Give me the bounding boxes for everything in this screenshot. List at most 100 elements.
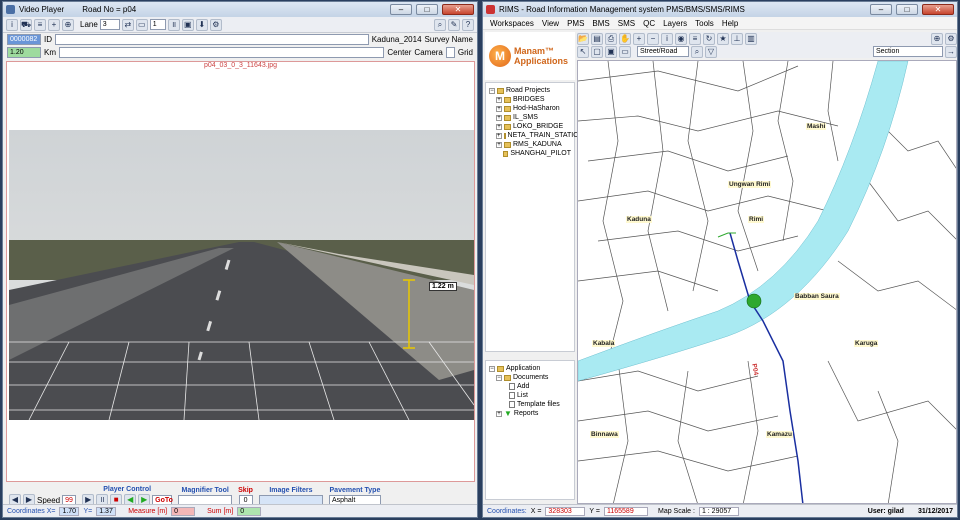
documents-item[interactable]: − Documents <box>489 373 571 382</box>
maximize-button[interactable]: □ <box>416 4 438 15</box>
zoom-icon[interactable]: ⌕ <box>434 18 446 31</box>
menu-bms[interactable]: BMS <box>592 19 609 28</box>
road-info-field[interactable] <box>55 34 369 45</box>
target-icon[interactable]: ⊕ <box>62 18 74 31</box>
rims-app-icon <box>486 5 495 14</box>
projects-root[interactable]: − Road Projects <box>489 86 571 95</box>
logo-line2: Applications <box>514 56 569 66</box>
rims-minimize-button[interactable]: – <box>870 4 892 15</box>
settings-icon[interactable]: ⚙ <box>209 18 222 31</box>
save-icon[interactable]: ▤ <box>591 32 603 45</box>
film-icon[interactable]: ▭ <box>135 18 148 31</box>
map-view[interactable]: Mashi Ungwan Rimi Kaduna Rimi Babban Sau… <box>577 60 957 504</box>
layers-icon[interactable]: ≡ <box>34 18 46 31</box>
identify-icon[interactable]: i <box>661 32 673 45</box>
pause-icon[interactable]: ॥ <box>167 18 180 31</box>
photo-icon[interactable]: ▣ <box>605 45 617 58</box>
minimize-button[interactable]: – <box>390 4 412 15</box>
project-item[interactable]: + NETA_TRAIN_STATIO <box>489 131 579 140</box>
grid-label: Grid <box>457 48 473 57</box>
tools-icon[interactable]: ✎ <box>448 18 460 31</box>
menu-layers[interactable]: Layers <box>663 19 687 28</box>
map-label-mashi: Mashi <box>806 123 827 130</box>
section-field[interactable] <box>59 47 385 58</box>
close-button[interactable]: ✕ <box>442 4 474 15</box>
project-item[interactable]: + RMS_KADUNA <box>489 140 571 149</box>
y-label: Y = <box>589 507 600 515</box>
rims-title: RIMS - Road Information Management syste… <box>499 5 745 14</box>
folder-icon[interactable]: ▭ <box>619 45 631 58</box>
refresh-icon[interactable]: ↻ <box>703 32 715 45</box>
scale-value: 1 : 29057 <box>698 506 739 516</box>
info-row-2: 1.20 Km Center Camera Grid <box>3 46 477 59</box>
add-item[interactable]: Add <box>489 382 571 391</box>
id-label: ID <box>44 35 52 44</box>
counter-select[interactable]: 1 <box>149 19 166 30</box>
road-frame-image[interactable] <box>9 130 474 420</box>
list-item[interactable]: List <box>489 391 571 400</box>
lane-select[interactable]: 3 <box>99 19 120 30</box>
project-item[interactable]: SHANGHAI_PILOT <box>489 149 571 158</box>
frame-name: p04_03_0_3_11643.jpg <box>203 62 278 69</box>
pointer-icon[interactable]: ↖ <box>577 45 589 58</box>
frame-viewer[interactable]: p04_03_0_3_11643.jpg 1.22 m <box>6 61 475 482</box>
open-icon[interactable]: 📂 <box>577 32 589 45</box>
nav-icon[interactable]: ⊕ <box>931 32 943 45</box>
menu-tools[interactable]: Tools <box>695 19 714 28</box>
measure-field: 0 <box>171 506 196 516</box>
globe-icon[interactable]: ◉ <box>675 32 687 45</box>
id-icon[interactable]: i <box>6 18 18 31</box>
reports-item[interactable]: + ▼ Reports <box>489 409 571 418</box>
rims-close-button[interactable]: ✕ <box>922 4 954 15</box>
project-item[interactable]: + BRIDGES <box>489 95 571 104</box>
project-item[interactable]: + IL_SMS <box>489 113 571 122</box>
grid-checkbox[interactable] <box>445 47 455 58</box>
print-icon[interactable]: ⎙ <box>605 32 617 45</box>
plus-icon[interactable]: + <box>48 18 60 31</box>
zoom-in-icon[interactable]: + <box>633 32 645 45</box>
car-icon[interactable]: ⛟ <box>20 18 32 31</box>
go-icon[interactable]: → <box>945 45 957 58</box>
filter-icon[interactable]: ▽ <box>705 45 717 58</box>
rims-titlebar[interactable]: RIMS - Road Information Management syste… <box>483 2 957 17</box>
template-files-item[interactable]: Template files <box>489 400 571 409</box>
camera-label: Camera <box>414 48 443 57</box>
projects-panel: − Road Projects + BRIDGES + Hod-HaSharon + I… <box>485 82 579 352</box>
km-field[interactable]: 1.20 <box>7 47 41 58</box>
map-label-ungwan-rimi: Ungwan Rimi <box>728 181 772 188</box>
date-value: 31/12/2017 <box>917 507 953 515</box>
ruler-icon[interactable]: ⊥ <box>731 32 743 45</box>
menu-help[interactable]: Help <box>722 19 738 28</box>
id-field[interactable]: 0000082 <box>7 34 41 45</box>
download-icon[interactable]: ⬇ <box>195 18 208 31</box>
street-road-select[interactable]: Street/Road <box>637 46 689 57</box>
application-root[interactable]: − Application <box>489 364 571 373</box>
rims-maximize-button[interactable]: □ <box>896 4 918 15</box>
user-label: User: gilad <box>867 507 904 515</box>
sum-label: Sum [m] <box>207 507 234 515</box>
menu-sms[interactable]: SMS <box>618 19 635 28</box>
search-icon[interactable]: ⌕ <box>691 45 703 58</box>
project-item[interactable]: + LOKO_BRIDGE <box>489 122 571 131</box>
project-item[interactable]: + Hod-HaSharon <box>489 104 571 113</box>
help-icon[interactable]: ? <box>462 18 474 31</box>
settings-icon[interactable]: ⚙ <box>945 32 957 45</box>
sync-icon[interactable]: ⇄ <box>121 18 134 31</box>
video-player-titlebar[interactable]: Video Player Road No = p04 – □ ✕ <box>3 2 477 17</box>
section-select[interactable]: Section <box>873 46 943 57</box>
survey-label: Survey Name <box>424 35 473 44</box>
chart-icon[interactable]: ▥ <box>745 32 757 45</box>
menu-workspaces[interactable]: Workspaces <box>490 19 534 28</box>
pan-icon[interactable]: ✋ <box>619 32 631 45</box>
zoom-out-icon[interactable]: − <box>647 32 659 45</box>
select-icon[interactable]: ▢ <box>591 45 603 58</box>
video-toolbar: i ⛟ ≡ + ⊕ Lane 3 ⇄ ▭ 1 ॥ ▣ ⬇ ⚙ ⌕ ✎ ? <box>3 17 477 33</box>
photo-icon[interactable]: ▣ <box>181 18 194 31</box>
application-panel: − Application − Documents Add List Templat… <box>485 360 575 500</box>
menu-pms[interactable]: PMS <box>567 19 584 28</box>
lane-label: Lane <box>80 20 98 29</box>
layers-icon[interactable]: ≡ <box>689 32 701 45</box>
menu-view[interactable]: View <box>542 19 559 28</box>
menu-qc[interactable]: QC <box>643 19 655 28</box>
star-icon[interactable]: ★ <box>717 32 729 45</box>
